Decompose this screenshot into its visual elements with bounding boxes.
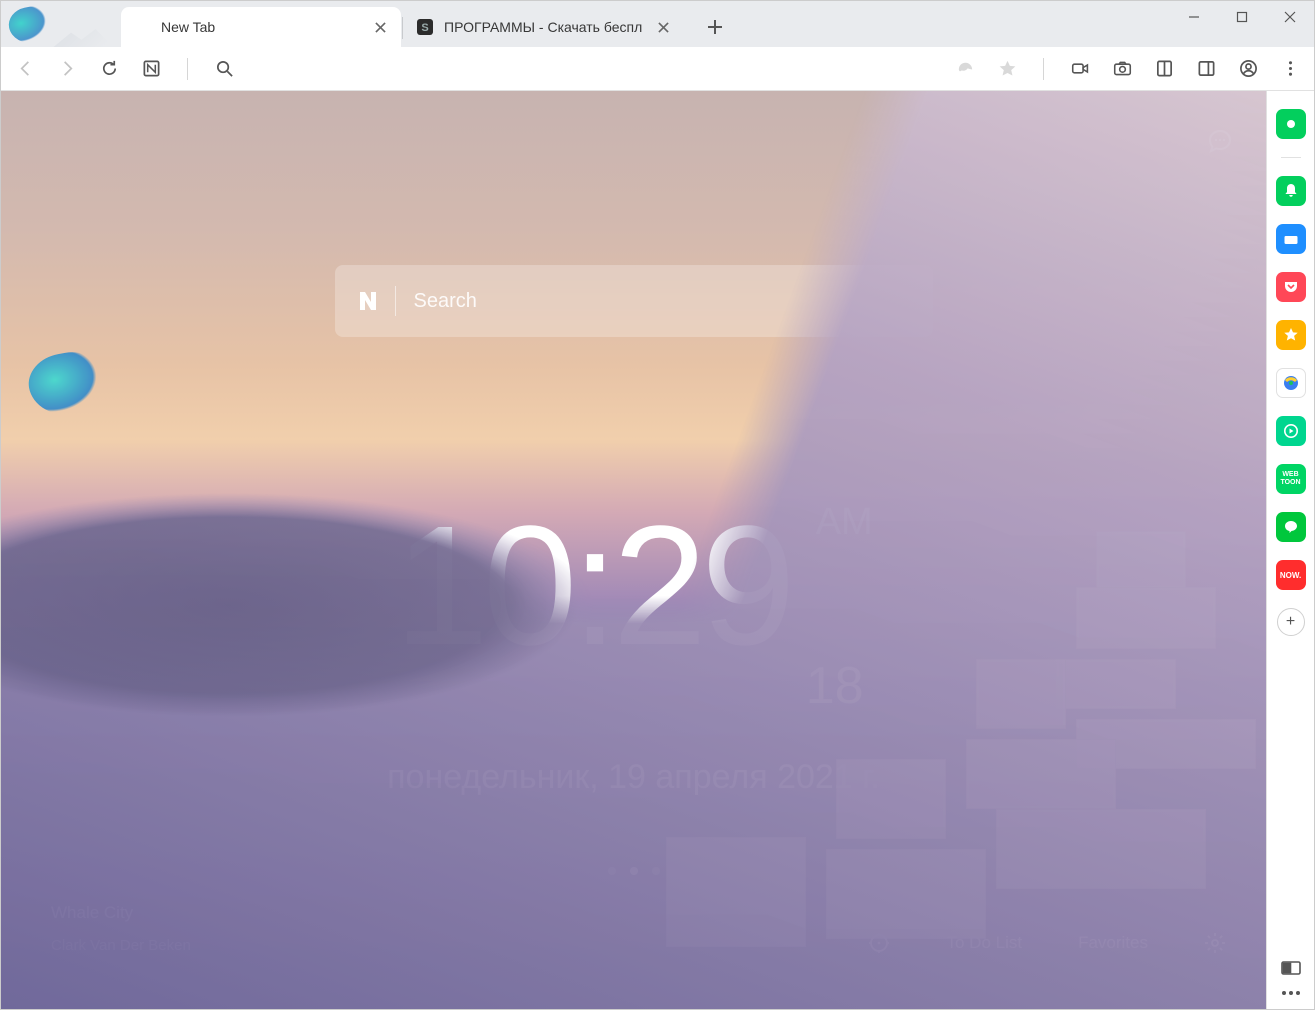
tab-active[interactable]: New Tab xyxy=(121,7,401,47)
sidebar-item-line[interactable] xyxy=(1276,512,1306,542)
window-maximize-button[interactable] xyxy=(1218,1,1266,33)
favorites-button[interactable]: Favorites xyxy=(1078,933,1148,953)
wallpaper-author: Clark Van Der Beken xyxy=(51,937,191,954)
comments-bubble-button[interactable] xyxy=(1204,125,1236,157)
tab-title: ПРОГРАММЫ - Скачать беспл xyxy=(444,19,644,35)
naver-home-button[interactable] xyxy=(137,55,165,83)
wallpaper-settings-button[interactable] xyxy=(1204,932,1226,954)
todo-list-button[interactable]: To Do List xyxy=(946,933,1022,953)
toolbar-separator xyxy=(1043,58,1044,80)
sidebar-more-button[interactable] xyxy=(1282,991,1300,995)
favicon-newtab-icon xyxy=(133,18,151,36)
tab-inactive[interactable]: S ПРОГРАММЫ - Скачать беспл xyxy=(404,7,684,47)
tab-title: New Tab xyxy=(161,19,361,35)
naver-n-icon xyxy=(355,288,381,314)
window-minimize-button[interactable] xyxy=(1170,1,1218,33)
wallpaper-title: Whale City xyxy=(51,903,191,923)
toolbar-separator xyxy=(187,58,188,80)
sidebar-item-pocket[interactable] xyxy=(1276,272,1306,302)
clock-ampm: AM xyxy=(816,501,873,544)
whale-watermark-icon xyxy=(29,353,105,415)
bottom-controls: To Do List Favorites xyxy=(868,932,1226,954)
side-panel-button[interactable] xyxy=(1192,55,1220,83)
window-close-button[interactable] xyxy=(1266,1,1314,33)
sidebar-item-toolbox[interactable] xyxy=(1276,224,1306,254)
new-tab-content: 10:29 AM 18 понедельник, 19 апреля 2021 … xyxy=(1,91,1266,1009)
search-bar[interactable] xyxy=(335,265,933,337)
sidebar-item-whale-extension[interactable] xyxy=(1276,109,1306,139)
nav-back-button[interactable] xyxy=(11,55,39,83)
search-separator xyxy=(395,286,396,316)
favicon-site-icon: S xyxy=(416,18,434,36)
wallpaper-pagination xyxy=(608,867,660,875)
capture-camera-button[interactable] xyxy=(1108,55,1136,83)
sidebar-add-button[interactable]: + xyxy=(1277,608,1305,636)
whale-logo-corner xyxy=(1,1,121,47)
clock-seconds: 18 xyxy=(806,656,864,716)
whale-status-icon[interactable] xyxy=(951,55,979,83)
record-video-button[interactable] xyxy=(1066,55,1094,83)
nav-forward-button[interactable] xyxy=(53,55,81,83)
sidebar-item-webtoon[interactable]: WEBTOON xyxy=(1276,464,1306,494)
sidebar-item-translate[interactable] xyxy=(1276,368,1306,398)
tab-close-button[interactable] xyxy=(654,18,672,36)
bookmark-star-button[interactable] xyxy=(993,55,1021,83)
nav-reload-button[interactable] xyxy=(95,55,123,83)
sidebar-item-now[interactable]: NOW. xyxy=(1276,560,1306,590)
page-dot[interactable] xyxy=(652,867,660,875)
reader-mode-button[interactable] xyxy=(1150,55,1178,83)
sidebar-item-bookmarks[interactable] xyxy=(1276,320,1306,350)
clock-time: 10:29 xyxy=(394,501,789,671)
todo-list-label: To Do List xyxy=(946,933,1022,953)
tab-strip: New Tab S ПРОГРАММЫ - Скачать беспл xyxy=(1,1,1314,47)
clock: 10:29 AM 18 понедельник, 19 апреля 2021 … xyxy=(387,501,880,797)
focus-target-button[interactable] xyxy=(868,932,890,954)
page-dot[interactable] xyxy=(630,867,638,875)
page-dot[interactable] xyxy=(608,867,616,875)
main-menu-button[interactable] xyxy=(1276,55,1304,83)
sidebar-item-music[interactable] xyxy=(1276,416,1306,446)
tab-close-button[interactable] xyxy=(371,18,389,36)
profile-button[interactable] xyxy=(1234,55,1262,83)
wallpaper-credit: Whale City Clark Van Der Beken xyxy=(51,903,191,954)
toolbar xyxy=(1,47,1314,91)
sidebar-toggle-panel-icon[interactable] xyxy=(1281,961,1301,975)
favorites-label: Favorites xyxy=(1078,933,1148,953)
sidebar: WEBTOON NOW. + xyxy=(1266,91,1314,1009)
tab-separator xyxy=(402,17,403,39)
clock-date: понедельник, 19 апреля 2021 г. xyxy=(387,758,880,797)
search-input[interactable] xyxy=(414,290,913,313)
sidebar-item-notifications[interactable] xyxy=(1276,176,1306,206)
svg-text:S: S xyxy=(421,22,428,34)
sidebar-separator xyxy=(1281,157,1301,158)
search-address-button[interactable] xyxy=(210,55,238,83)
new-tab-button[interactable] xyxy=(698,10,732,44)
